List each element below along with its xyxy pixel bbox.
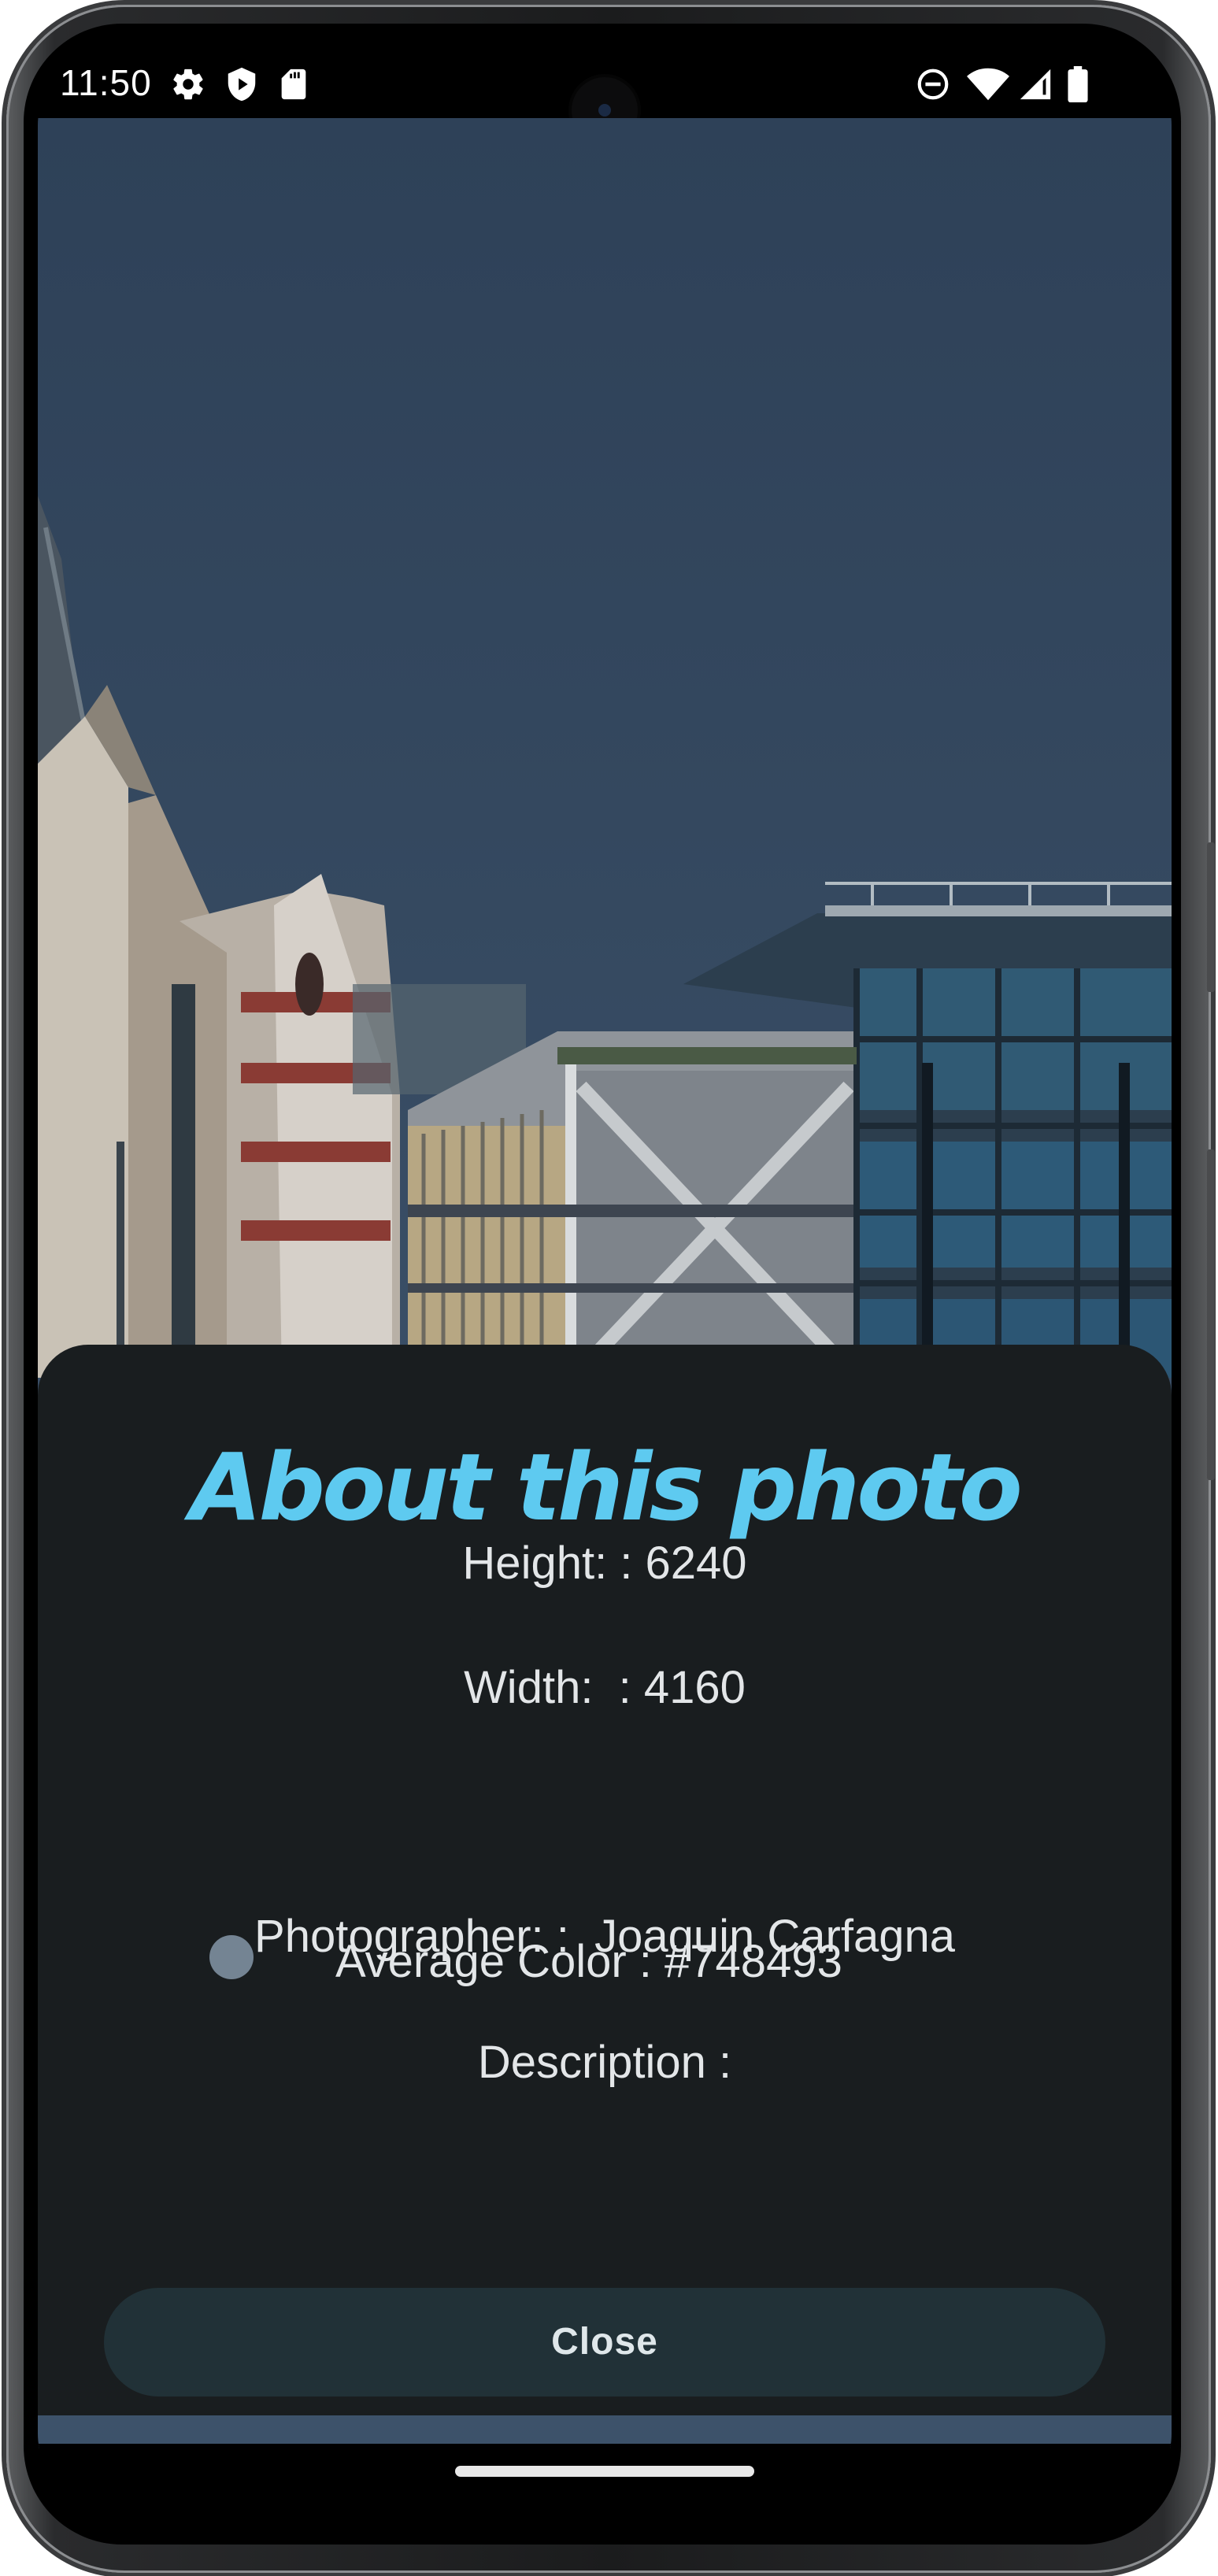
volume-button bbox=[1207, 1149, 1215, 1480]
battery-icon bbox=[1066, 66, 1090, 102]
navigation-bar bbox=[38, 2444, 1172, 2508]
description-info: Description : bbox=[477, 2037, 732, 2088]
signal-icon bbox=[1017, 66, 1053, 102]
height-info: Height: : 6240 bbox=[462, 1538, 747, 1589]
play-shield-icon bbox=[224, 66, 260, 102]
close-button[interactable]: Close bbox=[104, 2288, 1105, 2396]
about-photo-sheet: About this photo bbox=[38, 1345, 1172, 2415]
sd-card-icon bbox=[276, 66, 312, 102]
home-gesture-handle[interactable] bbox=[455, 2466, 754, 2477]
wifi-icon bbox=[967, 66, 1009, 102]
status-time: 11:50 bbox=[60, 62, 152, 103]
sheet-title: About this photo bbox=[190, 1433, 1023, 1542]
width-info: Width: : 4160 bbox=[464, 1662, 746, 1713]
power-button bbox=[1207, 842, 1215, 992]
phone-mockup: 11:50 About this photo Height:: 6240 Wi… bbox=[0, 0, 1218, 2576]
do-not-disturb-icon bbox=[915, 66, 951, 102]
screen: 11:50 About this photo Height:: 6240 Wi… bbox=[38, 50, 1172, 2508]
photographer-info: Photographer: : Joaquin Carfagna bbox=[254, 1911, 955, 1962]
gear-icon bbox=[170, 66, 206, 102]
